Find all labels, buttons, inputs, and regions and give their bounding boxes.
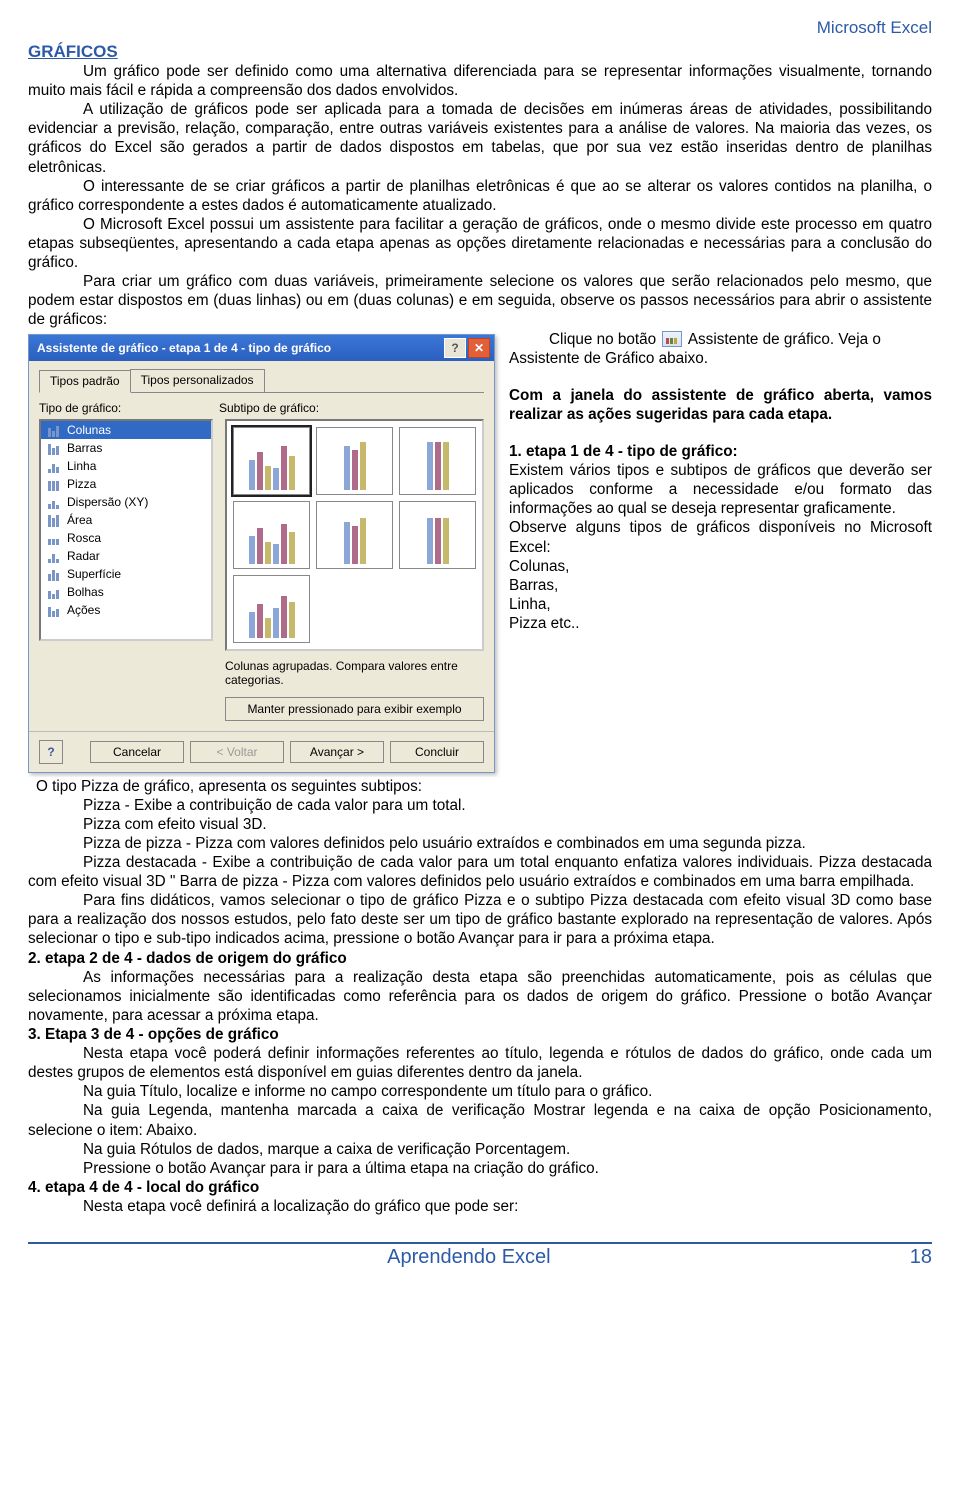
list-item: Rosca (41, 529, 211, 547)
next-button[interactable]: Avançar > (290, 741, 384, 763)
paragraph: Na guia Legenda, mantenha marcada a caix… (28, 1101, 932, 1139)
preview-button[interactable]: Manter pressionado para exibir exemplo (225, 697, 484, 721)
paragraph: O Microsoft Excel possui um assistente p… (28, 215, 932, 272)
back-button: < Voltar (190, 741, 284, 763)
subtype-thumb[interactable] (316, 501, 393, 569)
tab-standard-types[interactable]: Tipos padrão (39, 370, 131, 393)
paragraph: Pizza destacada - Exibe a contribuição d… (28, 853, 932, 891)
page-number: 18 (910, 1246, 932, 1269)
paragraph: Um gráfico pode ser definido como uma al… (28, 62, 932, 100)
chart-type-list[interactable]: Colunas Barras Linha Pizza Dispersão (XY… (39, 419, 213, 641)
subtype-thumb[interactable] (233, 575, 310, 643)
subtype-thumb[interactable] (233, 501, 310, 569)
list-item: Colunas (41, 421, 211, 439)
list-item: Linha (41, 457, 211, 475)
step3-title: 3. Etapa 3 de 4 - opções de gráfico (28, 1025, 932, 1044)
subtype-description: Colunas agrupadas. Compara valores entre… (225, 659, 484, 691)
list-item: Barras (41, 439, 211, 457)
subtype-thumb[interactable] (233, 427, 310, 495)
list-item: Ações (41, 601, 211, 619)
click-text: Clique no botão (549, 331, 660, 348)
chart-wizard-icon (662, 331, 682, 347)
footer-title: Aprendendo Excel (387, 1246, 550, 1269)
paragraph: Pizza com efeito visual 3D. (28, 815, 932, 834)
chart-wizard-dialog: Assistente de gráfico - etapa 1 de 4 - t… (28, 334, 495, 773)
list-item: Bolhas (41, 583, 211, 601)
chart-type-label: Tipo de gráfico: (39, 401, 219, 415)
chart-subtype-label: Subtipo de gráfico: (219, 401, 319, 415)
paragraph: Pizza de pizza - Pizza com valores defin… (28, 834, 932, 853)
step4-title: 4. etapa 4 de 4 - local do gráfico (28, 1178, 932, 1197)
paragraph: Para criar um gráfico com duas variáveis… (28, 272, 932, 329)
list-item: Área (41, 511, 211, 529)
paragraph: O interessante de se criar gráficos a pa… (28, 177, 932, 215)
paragraph: Pressione o botão Avançar para ir para a… (28, 1159, 932, 1178)
section-title: GRÁFICOS (28, 42, 118, 61)
dialog-title: Assistente de gráfico - etapa 1 de 4 - t… (37, 341, 331, 355)
paragraph: Pizza - Exibe a contribuição de cada val… (28, 796, 932, 815)
paragraph: Nesta etapa você poderá definir informaç… (28, 1044, 932, 1082)
paragraph: As informações necessárias para a realiz… (28, 968, 932, 1025)
tab-custom-types[interactable]: Tipos personalizados (130, 369, 265, 392)
subtype-thumb[interactable] (316, 427, 393, 495)
paragraph: O tipo Pizza de gráfico, apresenta os se… (28, 777, 932, 796)
step2-title: 2. etapa 2 de 4 - dados de origem do grá… (28, 949, 932, 968)
paragraph: A utilização de gráficos pode ser aplica… (28, 100, 932, 176)
chart-subtype-grid[interactable] (225, 419, 484, 651)
paragraph: Na guia Título, localize e informe no ca… (28, 1082, 932, 1101)
list-item: Dispersão (XY) (41, 493, 211, 511)
close-button[interactable]: ✕ (468, 338, 490, 358)
cancel-button[interactable]: Cancelar (90, 741, 184, 763)
paragraph: Para fins didáticos, vamos selecionar o … (28, 891, 932, 948)
dialog-help-icon[interactable]: ? (39, 740, 63, 764)
list-item: Superfície (41, 565, 211, 583)
paragraph: Na guia Rótulos de dados, marque a caixa… (28, 1140, 932, 1159)
help-button[interactable]: ? (444, 338, 466, 358)
paragraph: Nesta etapa você definirá a localização … (28, 1197, 932, 1216)
subtype-thumb[interactable] (399, 501, 476, 569)
list-item: Pizza (41, 475, 211, 493)
finish-button[interactable]: Concluir (390, 741, 484, 763)
subtype-thumb[interactable] (399, 427, 476, 495)
list-item: Radar (41, 547, 211, 565)
product-name: Microsoft Excel (28, 18, 932, 38)
